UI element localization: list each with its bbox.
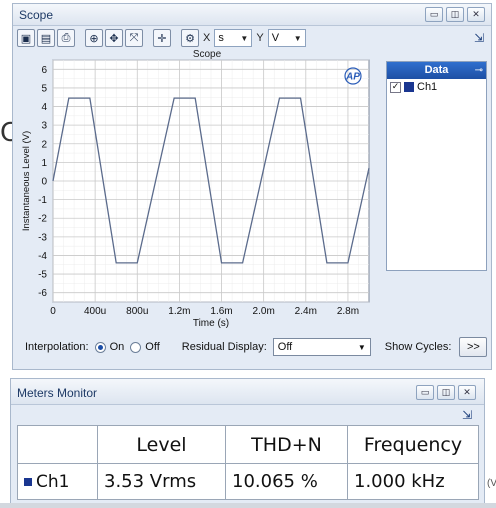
x-tick-label: 0: [50, 306, 56, 317]
scope-window: Scope ▭ ◫ ✕ ▣ ▤ ⎙ ⊕ ✥ ⤧ ✛ ⚙ X s ▼ Y V ▼ ⇲ …: [12, 3, 492, 370]
color-swatch: [24, 477, 32, 486]
settings-icon[interactable]: ⚙: [181, 29, 199, 47]
interpolation-on-radio[interactable]: [94, 341, 106, 353]
frequency-cell: 1.000 kHz: [347, 463, 479, 500]
x-tick-label: 2.4m: [295, 306, 317, 317]
data-panel: Data ⊸ ✓ Ch1: [386, 61, 487, 271]
residual-display-label: Residual Display:: [181, 341, 267, 353]
scope-bottom-bar: Interpolation: On Off Residual Display: …: [13, 335, 491, 359]
column-header-level: Level: [97, 425, 226, 464]
maximize-button[interactable]: ◫: [446, 7, 464, 22]
chart-title: Scope: [193, 50, 222, 60]
interpolation-off-label: Off: [145, 341, 160, 353]
fit-icon[interactable]: ⤧: [125, 29, 143, 47]
meters-table: Level THD+N Frequency Ch1 3.53 Vrms 10.0…: [17, 425, 479, 500]
meters-titlebar[interactable]: Meters Monitor ▭ ◫ ✕: [11, 379, 484, 405]
scope-window-controls: ▭ ◫ ✕: [425, 7, 485, 22]
meters-monitor-window: Meters Monitor ▭ ◫ ✕ ⇲ Level THD+N Frequ…: [10, 378, 485, 504]
pin-icon[interactable]: ⊸: [475, 62, 483, 79]
column-header-thd: THD+N: [225, 425, 348, 464]
y-tick-label: -5: [38, 270, 47, 281]
save-icon[interactable]: ▣: [17, 29, 35, 47]
y-tick-label: 1: [41, 158, 47, 169]
y-tick-label: 2: [41, 139, 47, 150]
column-header-frequency: Frequency: [347, 425, 479, 464]
interpolation-on-label: On: [109, 341, 125, 353]
y-axis-label: Y: [256, 32, 264, 44]
meters-title: Meters Monitor: [17, 386, 98, 400]
y-tick-label: -1: [38, 195, 47, 206]
residual-display-select[interactable]: Off ▼: [272, 338, 371, 356]
taskbar-strip: [0, 503, 496, 508]
y-tick-label: -3: [38, 232, 47, 243]
zoom-icon[interactable]: ⊕: [85, 29, 103, 47]
dock-icon[interactable]: ⇲: [462, 408, 472, 422]
thd-cell: 10.065 %: [225, 463, 348, 500]
background-text: (V: [487, 478, 496, 489]
x-tick-label: 400u: [84, 306, 106, 317]
y-tick-label: -2: [38, 214, 47, 225]
data-item-label: Ch1: [417, 81, 438, 93]
y-tick-label: 5: [41, 83, 47, 94]
scope-plot[interactable]: Scope 0 400u 800u 1.2m 1.6m 2.0m 2.4m 2.8m 6 5 4 3 2 1…: [17, 50, 383, 330]
scope-titlebar[interactable]: Scope ▭ ◫ ✕: [13, 4, 491, 26]
export-icon[interactable]: ▤: [37, 29, 55, 47]
close-button[interactable]: ✕: [467, 7, 485, 22]
x-tick-label: 800u: [126, 306, 148, 317]
table-row[interactable]: Ch1 3.53 Vrms 10.065 % 1.000 kHz: [17, 463, 479, 500]
channel-cell: Ch1: [17, 463, 98, 500]
x-axis-label: X: [203, 32, 211, 44]
ap-logo: AP: [345, 72, 360, 83]
scope-chart: Scope 0 400u 800u 1.2m 1.6m 2.0m 2.4m 2.8m 6 5 4 3 2 1…: [21, 50, 370, 329]
level-cell: 3.53 Vrms: [97, 463, 226, 500]
maximize-button[interactable]: ◫: [437, 385, 455, 400]
chevron-down-icon: ▼: [240, 33, 249, 43]
dock-icon[interactable]: ⇲: [474, 31, 484, 45]
color-swatch: [404, 82, 414, 92]
y-unit-select[interactable]: V ▼: [267, 29, 306, 47]
close-button[interactable]: ✕: [458, 385, 476, 400]
pan-icon[interactable]: ✥: [105, 29, 123, 47]
y-tick-label: 6: [41, 65, 47, 76]
scope-title: Scope: [19, 8, 54, 22]
print-icon[interactable]: ⎙: [57, 29, 75, 47]
scope-toolbar: ▣ ▤ ⎙ ⊕ ✥ ⤧ ✛ ⚙ X s ▼ Y V ▼: [17, 28, 306, 48]
show-cycles-button[interactable]: >>: [459, 337, 488, 357]
data-panel-header: Data ⊸: [387, 62, 486, 79]
chevron-down-icon: ▼: [293, 33, 302, 43]
y-tick-label: 3: [41, 121, 47, 132]
x-unit-select[interactable]: s ▼: [214, 29, 253, 47]
meters-window-controls: ▭ ◫ ✕: [416, 385, 476, 400]
x-tick-label: 1.2m: [168, 306, 190, 317]
show-cycles-label: Show Cycles:: [384, 341, 452, 353]
interpolation-label: Interpolation:: [25, 341, 89, 353]
table-header-row: Level THD+N Frequency: [17, 425, 479, 464]
minimize-button[interactable]: ▭: [425, 7, 443, 22]
minimize-button[interactable]: ▭: [416, 385, 434, 400]
column-header: [17, 425, 98, 464]
x-tick-label: 2.8m: [337, 306, 359, 317]
data-item-ch1[interactable]: ✓ Ch1: [387, 79, 486, 95]
crosshair-icon[interactable]: ✛: [153, 29, 171, 47]
interpolation-off-radio[interactable]: [130, 341, 142, 353]
y-tick-label: 4: [41, 102, 47, 113]
y-tick-label: -4: [38, 251, 47, 262]
checkbox[interactable]: ✓: [390, 81, 401, 93]
y-tick-label: 0: [41, 177, 47, 188]
x-axis-title: Time (s): [193, 318, 229, 329]
y-tick-label: -6: [38, 288, 47, 299]
x-tick-label: 2.0m: [253, 306, 275, 317]
y-axis-title: Instantaneous Level (V): [21, 131, 32, 231]
x-tick-label: 1.6m: [210, 306, 232, 317]
chevron-down-icon: ▼: [357, 342, 366, 352]
